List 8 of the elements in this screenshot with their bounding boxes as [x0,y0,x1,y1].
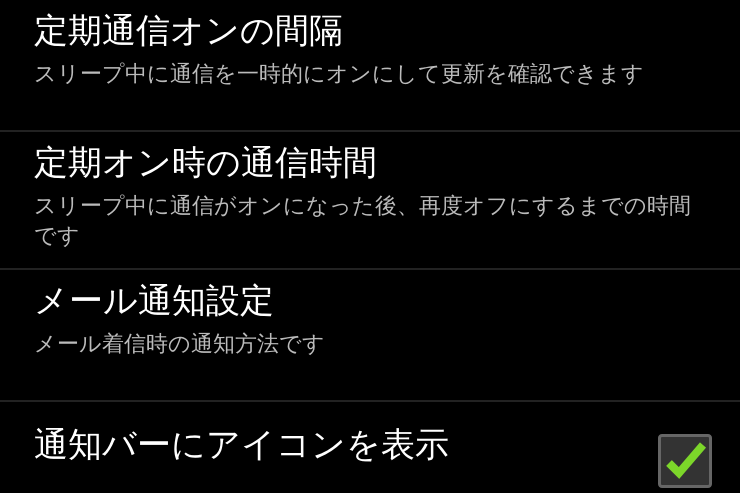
setting-title: 定期通信オンの間隔 [34,10,344,53]
setting-title: メール通知設定 [34,280,275,323]
setting-title: 通知バーにアイコンを表示 [34,424,450,467]
checkbox[interactable] [658,434,712,488]
setting-summary: メール着信時の通知方法です [34,331,326,359]
setting-summary: スリープ中に通信を一時的にオンにして更新を確認できます [34,61,645,89]
setting-title: 定期オン時の通信時間 [34,142,378,185]
setting-summary: スリープ中に通信がオンになった後、再度オフにするまでの時間です [34,193,692,251]
